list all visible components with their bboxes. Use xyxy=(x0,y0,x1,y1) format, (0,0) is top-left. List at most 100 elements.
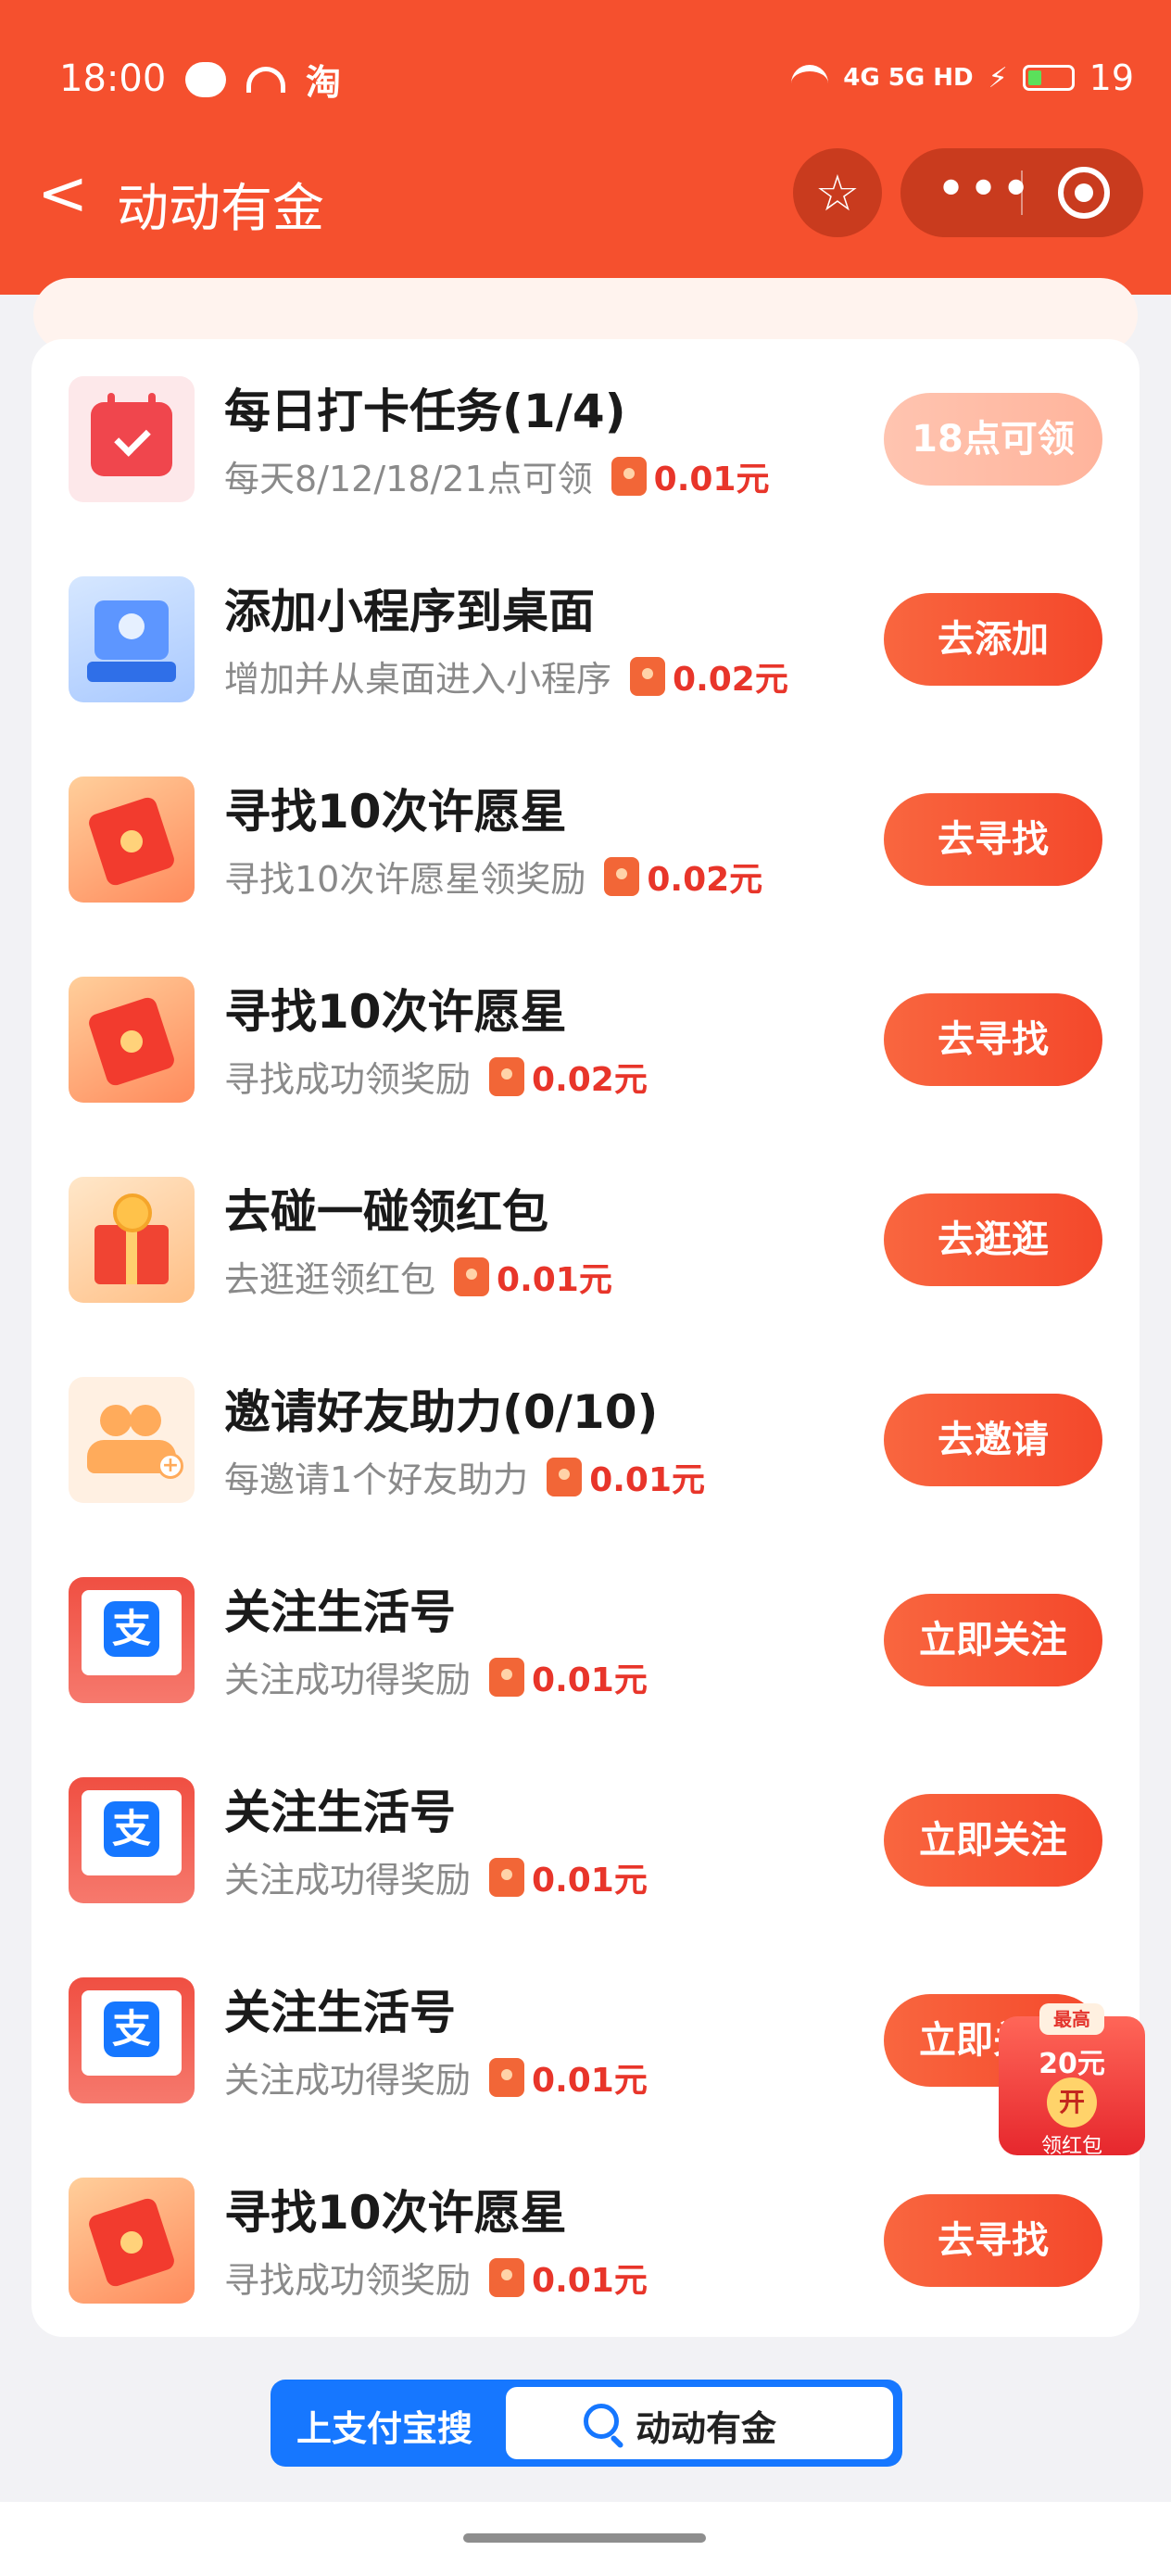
invite-friend-icon: + xyxy=(69,1377,195,1503)
reward: 0.02元 xyxy=(604,852,762,901)
alipay-search-banner[interactable]: 上支付宝搜 动动有金 xyxy=(271,2380,902,2467)
gesture-bar xyxy=(0,2502,1171,2576)
task-desc-text: 关注成功得奖励 xyxy=(224,2060,472,2101)
task-title: 邀请好友助力(0/10) xyxy=(224,1385,659,1439)
task-title: 添加小程序到桌面 xyxy=(224,585,595,638)
network-label: 4G 5G HD xyxy=(843,64,974,92)
reward-amount: 0.01元 xyxy=(497,1260,612,1299)
task-button[interactable]: 去寻找 xyxy=(884,2194,1102,2287)
alipay-icon: 支 xyxy=(69,1777,195,1903)
taobao-icon: 淘 xyxy=(306,62,342,103)
alipay-glyph: 支 xyxy=(104,1801,159,1857)
task-button[interactable]: 去寻找 xyxy=(884,993,1102,1086)
red-packet-small-icon xyxy=(630,656,666,696)
task-desc: 寻找成功领奖励 0.02元 xyxy=(224,1051,648,1102)
reward-amount: 0.01元 xyxy=(532,1661,648,1699)
red-packet-open-icon: 开 xyxy=(1047,2077,1097,2128)
task-title: 关注生活号 xyxy=(224,1585,456,1639)
red-packet-small-icon xyxy=(547,1457,583,1496)
task-item: 寻找10次许愿星 寻找成功领奖励 0.01元 去寻找 xyxy=(31,2140,1140,2341)
task-button[interactable]: 立即关注 xyxy=(884,1794,1102,1887)
reward-amount: 0.02元 xyxy=(647,860,763,899)
reward-amount: 0.01元 xyxy=(653,460,770,499)
task-desc-text: 关注成功得奖励 xyxy=(224,1660,472,1700)
alipay-glyph: 支 xyxy=(104,1601,159,1657)
reward-amount: 0.01元 xyxy=(532,1861,648,1900)
task-desc-text: 寻找10次许愿星领奖励 xyxy=(224,859,586,900)
task-item: + 邀请好友助力(0/10) 每邀请1个好友助力 0.01元 去邀请 xyxy=(31,1340,1140,1540)
back-button[interactable]: < xyxy=(37,163,88,224)
search-keyword: 动动有金 xyxy=(636,2408,777,2449)
task-desc: 增加并从桌面进入小程序 0.02元 xyxy=(224,650,788,701)
task-item: 支 关注生活号 关注成功得奖励 0.01元 立即关注 xyxy=(31,1740,1140,1940)
red-packet-small-icon xyxy=(489,1657,525,1697)
status-right: 4G 5G HD ⚡ 19 xyxy=(791,57,1134,98)
reward: 0.01元 xyxy=(489,1853,648,1901)
task-desc-text: 寻找成功领奖励 xyxy=(224,1059,472,1100)
home-indicator[interactable] xyxy=(463,2533,706,2543)
close-target-icon[interactable] xyxy=(1058,167,1110,219)
red-packet-icon xyxy=(69,977,195,1103)
search-box: 动动有金 xyxy=(506,2387,893,2459)
task-item: 寻找10次许愿星 寻找10次许愿星领奖励 0.02元 去寻找 xyxy=(31,739,1140,940)
status-bar: 18:00 淘 4G 5G HD ⚡ 19 xyxy=(0,37,1171,120)
reward-amount: 0.01元 xyxy=(532,2061,648,2100)
wechat-icon xyxy=(185,61,226,97)
task-item: 支 关注生活号 关注成功得奖励 0.01元 立即关注 xyxy=(31,1940,1140,2140)
charging-icon: ⚡ xyxy=(988,61,1008,95)
task-desc: 关注成功得奖励 0.01元 xyxy=(224,1651,648,1702)
task-desc-text: 增加并从桌面进入小程序 xyxy=(224,659,612,700)
task-desc-text: 去逛逛领红包 xyxy=(224,1259,436,1300)
task-title: 去碰一碰领红包 xyxy=(224,1185,548,1239)
task-button[interactable]: 去邀请 xyxy=(884,1394,1102,1486)
reward: 0.01元 xyxy=(489,1653,648,1701)
red-packet-small-icon xyxy=(489,2257,525,2297)
red-packet-small-icon xyxy=(489,1857,525,1897)
task-title: 寻找10次许愿星 xyxy=(224,2186,567,2240)
task-desc-text: 每邀请1个好友助力 xyxy=(224,1459,529,1500)
task-list: 每日打卡任务(1/4) 每天8/12/18/21点可领 0.01元 18点可领 … xyxy=(31,339,1140,2337)
star-icon: ☆ xyxy=(814,163,861,222)
red-packet-small-icon xyxy=(489,1056,525,1096)
task-desc: 每天8/12/18/21点可领 0.01元 xyxy=(224,450,769,501)
task-button[interactable]: 立即关注 xyxy=(884,1594,1102,1686)
call-icon xyxy=(246,66,285,93)
alipay-icon: 支 xyxy=(69,1577,195,1703)
task-button[interactable]: 去逛逛 xyxy=(884,1193,1102,1286)
search-icon xyxy=(584,2404,619,2439)
battery-level: 19 xyxy=(1089,57,1134,98)
task-button[interactable]: 去添加 xyxy=(884,593,1102,686)
reward: 0.01元 xyxy=(611,452,770,500)
red-packet-small-icon xyxy=(454,1256,490,1296)
task-title: 每日打卡任务(1/4) xyxy=(224,385,626,438)
reward-amount: 0.02元 xyxy=(532,1060,648,1099)
mini-program-capsule: ••• xyxy=(900,148,1143,237)
favorite-button[interactable]: ☆ xyxy=(793,148,882,237)
task-item: 去碰一碰领红包 去逛逛领红包 0.01元 去逛逛 xyxy=(31,1140,1140,1340)
page-title: 动动有金 xyxy=(117,179,324,239)
reward: 0.01元 xyxy=(489,2053,648,2102)
reward: 0.01元 xyxy=(547,1453,705,1501)
red-packet-small-icon xyxy=(604,856,640,896)
task-item: 支 关注生活号 关注成功得奖励 0.01元 立即关注 xyxy=(31,1540,1140,1740)
status-app-icons: 淘 xyxy=(185,54,341,105)
task-item: 寻找10次许愿星 寻找成功领奖励 0.02元 去寻找 xyxy=(31,940,1140,1140)
task-button[interactable]: 去寻找 xyxy=(884,793,1102,886)
task-item: 添加小程序到桌面 增加并从桌面进入小程序 0.02元 去添加 xyxy=(31,539,1140,739)
calendar-icon xyxy=(69,376,195,502)
floating-red-packet[interactable]: 最高 20元 开 领红包 xyxy=(999,2003,1145,2159)
alipay-glyph: 支 xyxy=(104,2001,159,2057)
battery-icon xyxy=(1022,65,1075,91)
search-prefix: 上支付宝搜 xyxy=(296,2408,473,2449)
task-title: 关注生活号 xyxy=(224,1986,456,2039)
task-title: 关注生活号 xyxy=(224,1786,456,1839)
nav-bar: < 动动有金 ☆ ••• xyxy=(0,139,1171,250)
reward: 0.01元 xyxy=(489,2254,648,2302)
reward-amount: 0.02元 xyxy=(673,660,788,699)
task-button[interactable]: 18点可领 xyxy=(884,393,1102,486)
task-desc-text: 寻找成功领奖励 xyxy=(224,2260,472,2301)
task-desc: 关注成功得奖励 0.01元 xyxy=(224,2052,648,2102)
red-packet-icon xyxy=(69,777,195,903)
task-desc: 每邀请1个好友助力 0.01元 xyxy=(224,1451,705,1502)
more-icon[interactable]: ••• xyxy=(936,159,1033,220)
